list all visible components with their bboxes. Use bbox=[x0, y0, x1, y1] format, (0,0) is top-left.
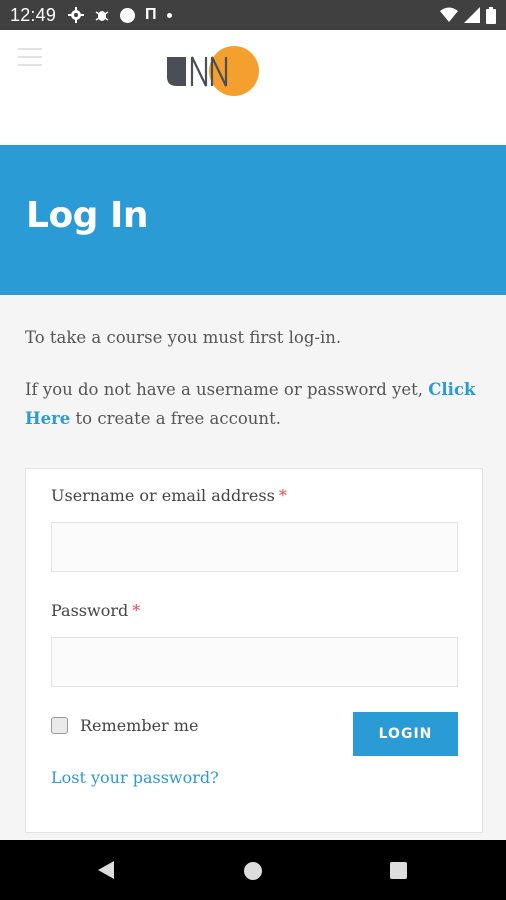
pi-icon: Π bbox=[145, 6, 157, 23]
gear-icon bbox=[68, 7, 85, 23]
navigation-bar bbox=[0, 840, 506, 900]
bug-icon bbox=[95, 11, 109, 21]
required-marker: * bbox=[278, 486, 287, 505]
wifi-icon bbox=[440, 7, 458, 22]
password-label: Password * bbox=[51, 601, 141, 620]
status-bar: 12:49 Π bbox=[0, 0, 506, 30]
login-button[interactable]: LOGIN bbox=[353, 712, 458, 756]
hamburger-menu-icon[interactable] bbox=[18, 48, 42, 66]
intro-text: To take a course you must first log-in. bbox=[25, 328, 342, 347]
signup-prefix: If you do not have a username or passwor… bbox=[25, 380, 429, 399]
dot-icon bbox=[166, 12, 172, 18]
app-header bbox=[0, 30, 506, 145]
remember-me-checkbox[interactable] bbox=[51, 717, 68, 734]
username-input[interactable] bbox=[51, 522, 458, 572]
remember-me-row: Remember me bbox=[51, 716, 198, 735]
login-form: Username or email address * Password * Rem… bbox=[25, 468, 483, 833]
back-icon[interactable] bbox=[97, 860, 117, 880]
lost-password-link[interactable]: Lost your password? bbox=[51, 768, 219, 787]
username-label: Username or email address * bbox=[51, 486, 287, 505]
required-marker: * bbox=[132, 601, 141, 620]
signup-suffix: to create a free account. bbox=[70, 409, 281, 428]
page-banner: Log In bbox=[0, 145, 506, 295]
remember-me-label: Remember me bbox=[80, 716, 199, 735]
page-title: Log In bbox=[26, 195, 149, 236]
signal-icon bbox=[464, 7, 480, 23]
password-input[interactable] bbox=[51, 637, 458, 687]
home-icon[interactable] bbox=[244, 862, 262, 880]
signup-text: If you do not have a username or passwor… bbox=[25, 375, 485, 433]
battery-icon bbox=[486, 6, 496, 24]
recent-apps-icon[interactable] bbox=[390, 862, 407, 879]
content: To take a course you must first log-in. … bbox=[0, 295, 506, 840]
circle-icon bbox=[120, 7, 136, 23]
status-time: 12:49 bbox=[10, 4, 57, 25]
unn-logo bbox=[167, 46, 259, 96]
